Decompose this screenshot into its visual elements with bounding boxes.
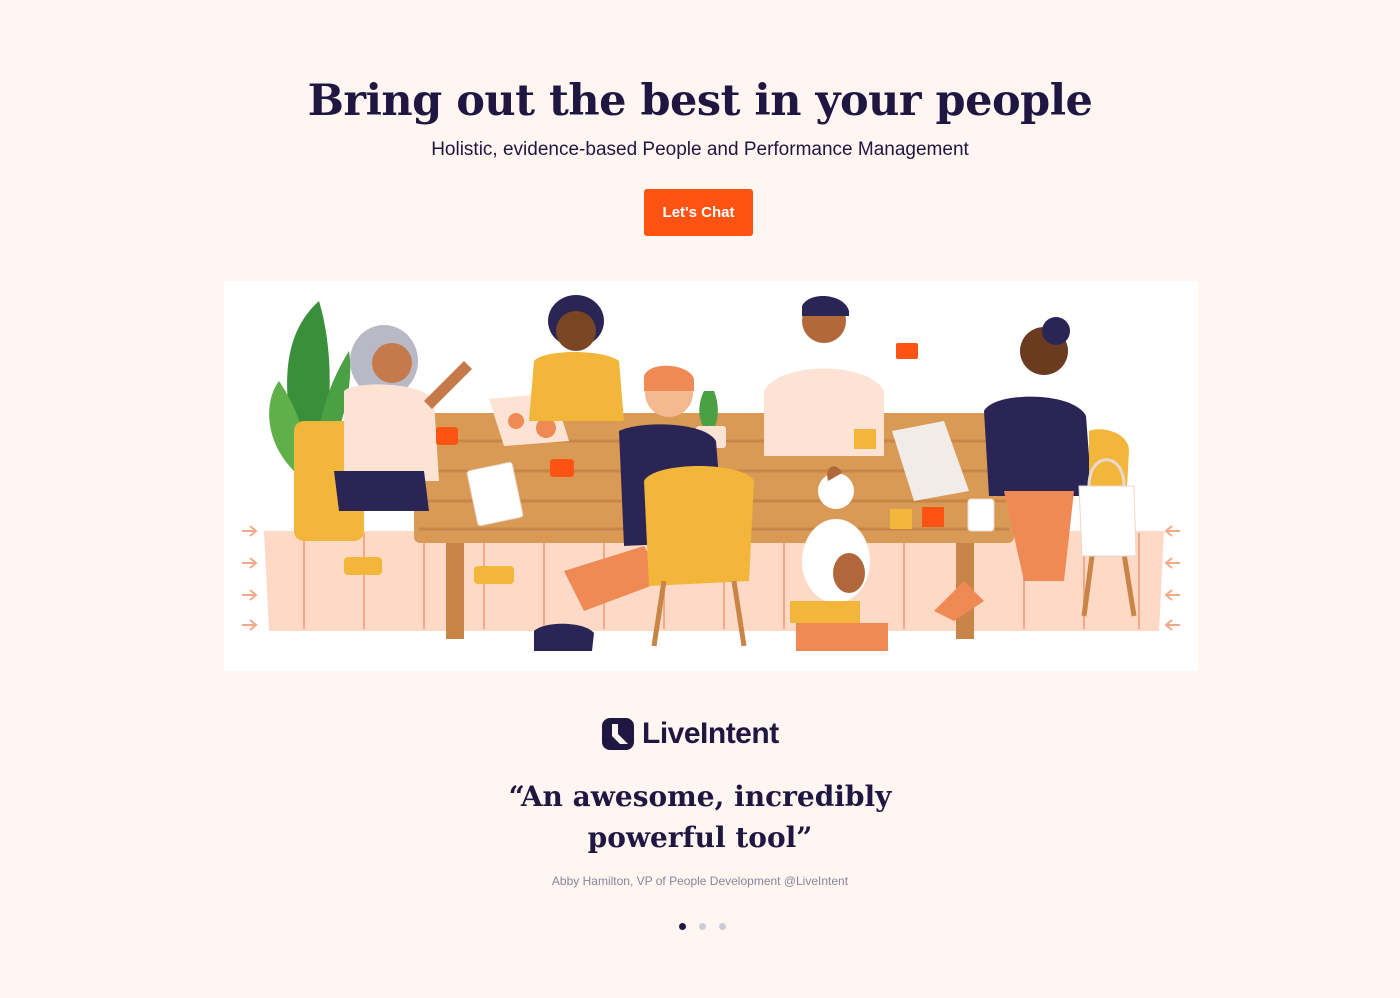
carousel-dot[interactable]	[719, 923, 726, 930]
testimonial-quote-line: powerful tool”	[587, 821, 813, 854]
testimonial-attribution: Abby Hamilton, VP of People Development …	[551, 874, 849, 888]
page-title: Bring out the best in your people	[307, 76, 1093, 126]
liveintent-logo-icon	[602, 718, 634, 750]
lets-chat-button[interactable]: Let's Chat	[644, 189, 753, 236]
company-logo: LiveIntent	[600, 712, 779, 756]
testimonial-quote-line: “An awesome, incredibly	[508, 780, 892, 813]
company-logo-text: LiveIntent	[642, 717, 779, 750]
page-subtitle: Holistic, evidence-based People and Perf…	[431, 139, 969, 160]
carousel-pagination	[679, 923, 726, 930]
testimonial-quote: “An awesome, incredibly powerful tool”	[0, 776, 1400, 858]
carousel-dot[interactable]	[679, 923, 686, 930]
team-meeting-illustration	[224, 281, 1198, 671]
carousel-dot[interactable]	[699, 923, 706, 930]
